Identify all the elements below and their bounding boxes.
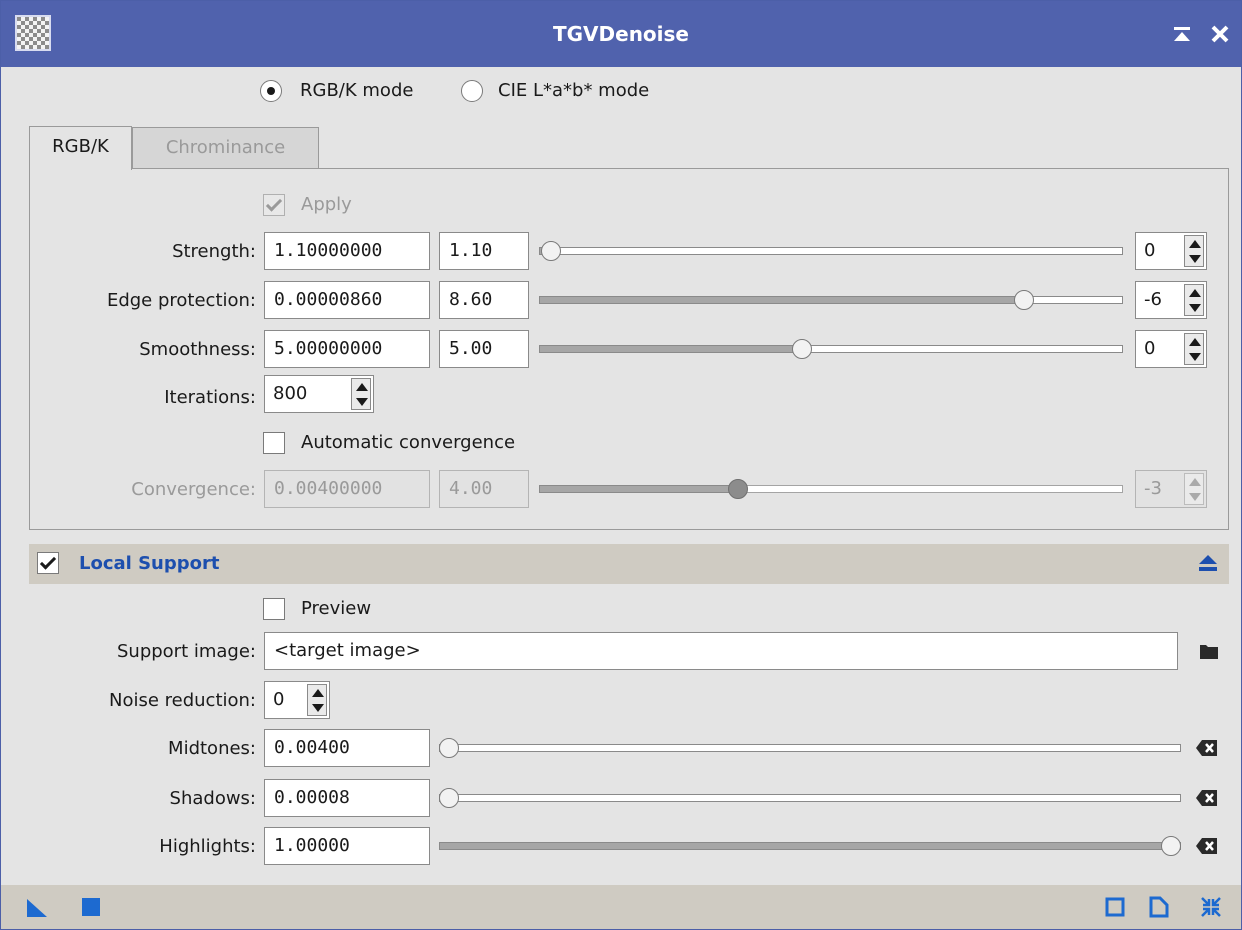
cielab-mode-label[interactable]: CIE L*a*b* mode [498,80,649,102]
support-image-input[interactable]: <target image> [264,632,1178,670]
smoothness-exponent-spinner[interactable]: 0 [1135,330,1207,368]
new-instance-icon[interactable] [25,895,49,919]
iterations-label: Iterations: [164,387,256,408]
edge-protection-exponent-spinner[interactable]: -6 [1135,281,1207,319]
edge-protection-input[interactable]: 0.00000860 [264,281,430,319]
noise-reduction-arrows[interactable] [307,684,327,716]
strength-label: Strength: [172,241,256,262]
cielab-mode-radio[interactable] [461,80,483,102]
tab-rgbk[interactable]: RGB/K [29,126,132,170]
title-bar[interactable]: TGVDenoise [1,1,1241,67]
rgbk-mode-label[interactable]: RGB/K mode [300,80,413,102]
strength-exponent-value: 0 [1144,240,1156,261]
convergence-exponent-value: -3 [1144,478,1162,499]
convergence-slider[interactable] [539,479,1123,499]
convergence-label: Convergence: [131,479,256,500]
convergence-exponent-spinner[interactable]: -3 [1135,470,1207,508]
smoothness-input[interactable]: 5.00000000 [264,330,430,368]
noise-reduction-value: 0 [273,689,285,710]
midtones-slider[interactable] [439,738,1181,758]
iterations-arrows[interactable] [351,378,371,410]
apply-global-icon[interactable] [79,895,103,919]
apply-checkbox[interactable] [263,194,285,216]
strength-short-input[interactable]: 1.10 [439,232,529,270]
edge-protection-label: Edge protection: [106,290,256,311]
highlights-label: Highlights: [159,836,256,857]
noise-reduction-label: Noise reduction: [108,690,256,711]
edge-protection-slider[interactable] [539,290,1123,310]
preview-icon[interactable] [1103,895,1127,919]
strength-input[interactable]: 1.10000000 [264,232,430,270]
preview-checkbox[interactable] [263,598,285,620]
tgvdenoise-window: TGVDenoise RGB/K mode CIE L*a*b* mode RG… [0,0,1242,930]
local-support-checkbox[interactable] [37,552,59,574]
edge-protection-exponent-value: -6 [1144,289,1162,310]
smoothness-short-input[interactable]: 5.00 [439,330,529,368]
convergence-input[interactable]: 0.00400000 [264,470,430,508]
smoothness-exponent-arrows[interactable] [1184,333,1204,365]
iterations-value: 800 [273,383,308,404]
rgbk-mode-radio[interactable] [260,80,282,102]
convergence-exponent-arrows[interactable] [1184,473,1204,505]
shadows-input[interactable]: 0.00008 [264,779,430,817]
smoothness-slider[interactable] [539,339,1123,359]
edge-protection-exponent-arrows[interactable] [1184,284,1204,316]
tab-chrominance[interactable]: Chrominance [132,127,319,168]
midtones-label: Midtones: [168,738,256,759]
reset-icon[interactable] [1199,895,1223,919]
shade-icon[interactable] [1167,18,1197,50]
window-title: TGVDenoise [552,22,689,46]
midtones-clear-icon[interactable] [1195,738,1219,758]
highlights-input[interactable]: 1.00000 [264,827,430,865]
documentation-icon[interactable] [1147,895,1171,919]
smoothness-label: Smoothness: [139,339,256,360]
iterations-spinner[interactable]: 800 [264,375,374,413]
process-control-bar [1,885,1241,929]
apply-label: Apply [301,194,352,215]
highlights-slider[interactable] [439,836,1181,856]
folder-icon[interactable] [1199,642,1219,660]
shadows-slider[interactable] [439,788,1181,808]
close-icon[interactable] [1205,18,1235,50]
auto-convergence-label[interactable]: Automatic convergence [301,432,515,454]
local-support-title[interactable]: Local Support [79,551,219,577]
edge-protection-short-input[interactable]: 8.60 [439,281,529,319]
support-image-label: Support image: [116,641,256,662]
shadows-clear-icon[interactable] [1195,788,1219,808]
midtones-input[interactable]: 0.00400 [264,729,430,767]
strength-slider[interactable] [539,241,1123,261]
shadows-label: Shadows: [169,788,256,809]
noise-reduction-spinner[interactable]: 0 [264,681,330,719]
smoothness-exponent-value: 0 [1144,338,1156,359]
preview-label[interactable]: Preview [301,598,371,620]
highlights-clear-icon[interactable] [1195,836,1219,856]
collapse-icon[interactable] [1197,553,1219,575]
auto-convergence-checkbox[interactable] [263,432,285,454]
convergence-short-input[interactable]: 4.00 [439,470,529,508]
strength-exponent-spinner[interactable]: 0 [1135,232,1207,270]
strength-exponent-arrows[interactable] [1184,235,1204,267]
